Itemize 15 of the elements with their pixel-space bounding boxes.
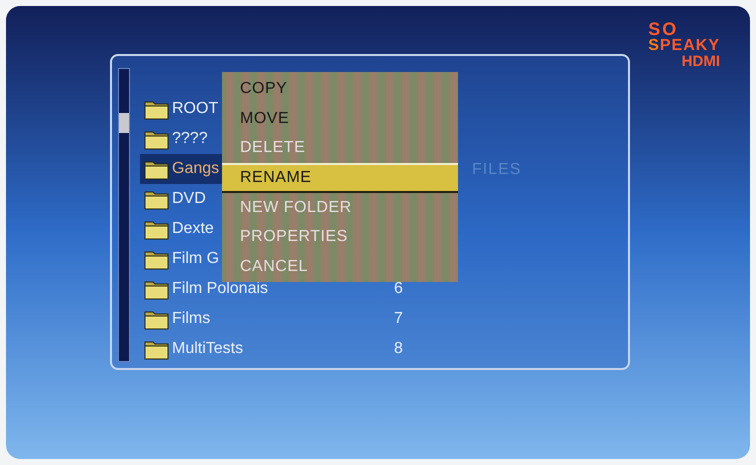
folder-name: Film G	[172, 249, 220, 269]
folder-name: DVD	[172, 189, 206, 209]
folder-name: ROOT	[172, 99, 218, 119]
folder-name: Dexte	[172, 219, 214, 239]
item-count: 8	[394, 339, 403, 359]
logo-text: SPEAKY	[648, 38, 720, 54]
folder-name: ????	[172, 129, 208, 149]
logo-text: HDMI	[682, 54, 720, 69]
folder-name: MultiTests	[172, 339, 244, 359]
logo-text: SO	[648, 20, 678, 38]
folder-name: Films	[172, 309, 210, 329]
folder-name: Film Polonais	[172, 279, 268, 299]
item-count: 6	[394, 279, 403, 299]
folder-name: Gangs	[172, 159, 220, 179]
item-count: 7	[394, 309, 403, 329]
